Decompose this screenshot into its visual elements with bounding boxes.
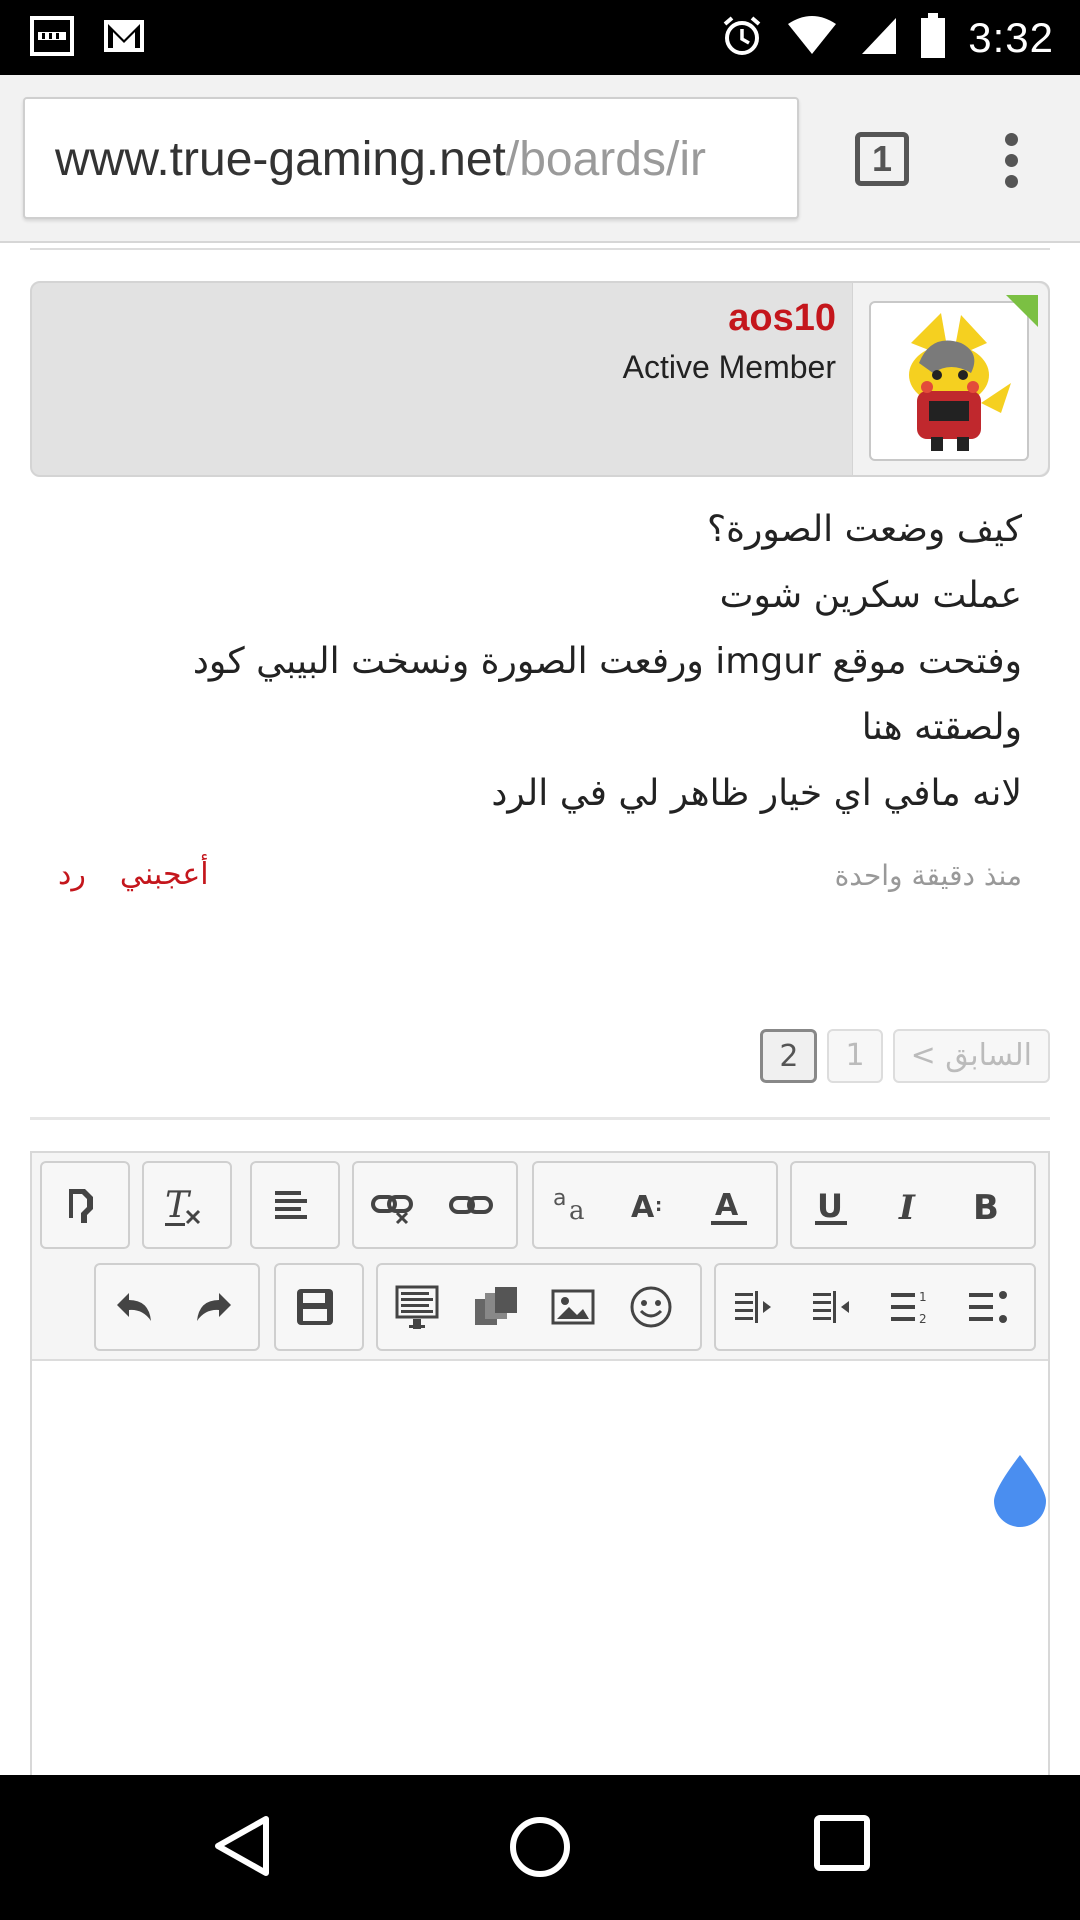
svg-text:U: U — [817, 1187, 843, 1225]
svg-text:B: B — [973, 1188, 999, 1228]
post-line: ولصقته هنا — [861, 707, 1022, 748]
system-nav-bar — [0, 1775, 1080, 1920]
back-icon[interactable] — [210, 1813, 272, 1879]
font-icon[interactable]: aa — [534, 1163, 612, 1247]
toolbar-group — [94, 1263, 260, 1351]
post-line: عملت سكرين شوت — [719, 575, 1022, 616]
alarm-icon — [720, 14, 764, 63]
toolbar-group — [250, 1161, 340, 1249]
reply-editor: T aa A: A U I B 1 2 — [30, 1151, 1050, 1775]
svg-text:A: A — [631, 1190, 655, 1225]
divider — [30, 248, 1050, 250]
italic-icon[interactable]: I — [870, 1163, 948, 1247]
svg-text:I: I — [898, 1188, 916, 1228]
post-username[interactable]: aos10 — [728, 297, 836, 340]
post-timestamp: منذ دقيقة واحدة — [834, 859, 1022, 892]
url-bar[interactable]: www.true-gaming.net/boards/ir — [23, 97, 799, 219]
editor-toolbar: T aa A: A U I B 1 2 — [32, 1153, 1048, 1361]
save-icon[interactable] — [276, 1265, 354, 1349]
toolbar-group: 12 — [714, 1263, 1036, 1351]
post-line: لانه مافي اي خيار ظاهر لي في الرد — [491, 773, 1022, 814]
clock: 3:32 — [968, 14, 1054, 61]
remove-format-icon[interactable]: T — [144, 1163, 222, 1247]
battery-icon — [920, 12, 946, 64]
page-content: aos10 Active Member كيف وضعت الصورة؟ عمل… — [0, 245, 1080, 1775]
url-host: www.true-gaming.net — [55, 133, 506, 186]
post-actions: أعجبني رد — [58, 857, 209, 892]
page-button[interactable]: 1 — [827, 1029, 883, 1083]
toolbar-group: T — [142, 1161, 232, 1249]
quote-icon[interactable] — [378, 1265, 456, 1349]
align-icon[interactable] — [252, 1163, 330, 1247]
toolbar-group — [274, 1263, 364, 1351]
post-user-title: Active Member — [622, 349, 836, 385]
toolbar-group: U I B — [790, 1161, 1036, 1249]
cell-signal-icon — [860, 16, 898, 61]
svg-text:a: a — [553, 1186, 566, 1211]
image-icon[interactable] — [534, 1265, 612, 1349]
recents-icon[interactable] — [812, 1813, 872, 1873]
toolbar-group — [376, 1263, 702, 1351]
like-button[interactable]: أعجبني — [120, 857, 209, 892]
reply-button[interactable]: رد — [58, 857, 86, 892]
avatar-container — [852, 283, 1048, 475]
avatar[interactable] — [869, 301, 1029, 461]
text-cursor-handle-icon[interactable] — [988, 1453, 1052, 1527]
undo-icon[interactable] — [96, 1265, 174, 1349]
tab-switcher-button[interactable]: 1 — [855, 132, 909, 186]
wifi-icon — [786, 15, 838, 61]
underline-icon[interactable]: U — [792, 1163, 870, 1247]
prev-page-button[interactable]: < السابق — [892, 1029, 1050, 1083]
pagination: 2 1 < السابق — [760, 1029, 1050, 1083]
toolbar-group — [40, 1161, 130, 1249]
url-path: /boards/ir — [505, 133, 706, 186]
redo-icon[interactable] — [174, 1265, 252, 1349]
browser-toolbar: www.true-gaming.net/boards/ir 1 — [0, 75, 1080, 243]
online-indicator — [1006, 295, 1038, 327]
bullet-list-icon[interactable] — [950, 1265, 1028, 1349]
overflow-menu-icon[interactable] — [1000, 133, 1022, 189]
svg-text:a: a — [569, 1196, 585, 1226]
home-icon[interactable] — [506, 1813, 574, 1881]
svg-text::: : — [655, 1195, 662, 1216]
svg-text:1: 1 — [919, 1290, 927, 1304]
divider — [30, 1117, 1050, 1120]
outdent-icon[interactable] — [794, 1265, 872, 1349]
media-icon[interactable] — [456, 1265, 534, 1349]
status-bar: 3:32 — [0, 0, 1080, 75]
source-icon[interactable] — [42, 1163, 120, 1247]
bold-icon[interactable]: B — [948, 1163, 1026, 1247]
indent-icon[interactable] — [716, 1265, 794, 1349]
font-size-icon[interactable]: A: — [612, 1163, 690, 1247]
svg-text:2: 2 — [919, 1312, 927, 1326]
font-color-icon[interactable]: A — [690, 1163, 768, 1247]
post-line: كيف وضعت الصورة؟ — [707, 509, 1022, 550]
svg-text:A: A — [715, 1188, 739, 1223]
post-line: وفتحت موقع imgur ورفعت الصورة ونسخت البي… — [192, 641, 1022, 682]
svg-text:T: T — [165, 1185, 192, 1226]
gmail-icon — [102, 16, 146, 61]
toolbar-group: aa A: A — [532, 1161, 778, 1249]
emoticon-icon[interactable] — [612, 1265, 690, 1349]
editor-text-area[interactable] — [32, 1363, 1048, 1775]
toolbar-group — [352, 1161, 518, 1249]
link-icon[interactable] — [432, 1163, 510, 1247]
video-notification-icon — [30, 16, 74, 61]
page-button-current[interactable]: 2 — [760, 1029, 818, 1083]
post-author-bar: aos10 Active Member — [30, 281, 1050, 477]
post-body: كيف وضعت الصورة؟ عملت سكرين شوت وفتحت مو… — [122, 497, 1022, 827]
numbered-list-icon[interactable]: 12 — [872, 1265, 950, 1349]
unlink-icon[interactable] — [354, 1163, 432, 1247]
